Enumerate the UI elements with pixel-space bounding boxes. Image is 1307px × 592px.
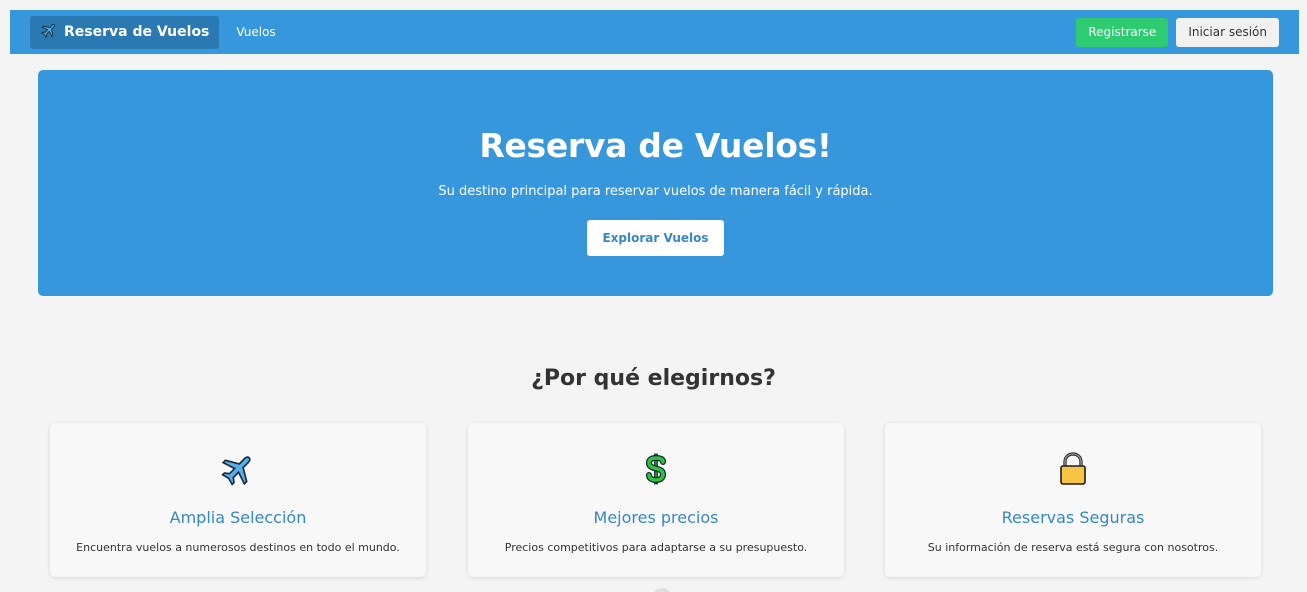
dollar-icon (638, 451, 674, 487)
lock-icon (1055, 451, 1091, 487)
feature-title: Mejores precios (593, 508, 719, 527)
login-button[interactable]: Iniciar sesión (1176, 17, 1279, 47)
airplane-icon (40, 21, 58, 43)
features-heading: ¿Por qué elegirnos? (531, 366, 776, 391)
hero-title: Reserva de Vuelos! (479, 126, 832, 165)
feature-description: Su información de reserva está segura co… (927, 541, 1219, 554)
feature-description: Precios competitivos para adaptarse a su… (504, 541, 808, 554)
register-button[interactable]: Registrarse (1076, 17, 1169, 47)
feature-description: Encuentra vuelos a numerosos destinos en… (76, 541, 400, 554)
nav-actions: Registrarse Iniciar sesión (1076, 17, 1279, 47)
brand-link[interactable]: Reserva de Vuelos (30, 15, 220, 49)
feature-card-secure: Reservas Seguras Su información de reser… (885, 423, 1261, 577)
page: Reserva de Vuelos Vuelos Registrarse Ini… (0, 0, 1307, 592)
scroll-indicator (652, 588, 672, 592)
explore-flights-button[interactable]: Explorar Vuelos (587, 220, 724, 256)
nav-link-vuelos[interactable]: Vuelos (236, 25, 275, 39)
feature-card-prices: Mejores precios Precios competitivos par… (468, 423, 844, 577)
hero-subtitle: Su destino principal para reservar vuelo… (438, 184, 873, 199)
feature-title: Amplia Selección (169, 508, 307, 527)
navbar: Reserva de Vuelos Vuelos Registrarse Ini… (10, 10, 1299, 54)
feature-title: Reservas Seguras (1001, 508, 1145, 527)
hero-banner: Reserva de Vuelos! Su destino principal … (38, 70, 1273, 296)
feature-card-selection: Amplia Selección Encuentra vuelos a nume… (50, 423, 426, 577)
brand-label: Reserva de Vuelos (64, 24, 210, 40)
airplane-icon (220, 451, 256, 487)
